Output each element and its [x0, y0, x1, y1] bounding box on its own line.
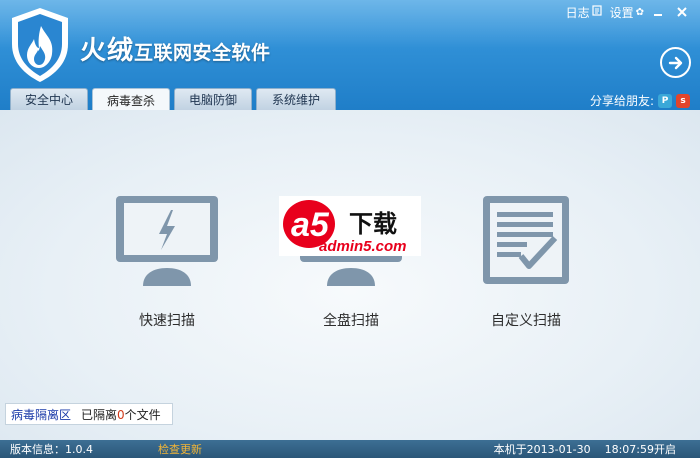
title-bar: 火绒互联网安全软件 日志 设置 ✿ 安全中心 病毒查杀 电脑防御 系统维护 分享… [0, 0, 700, 111]
boot-time-text: 本机于2013-01-30 18:07:59开启 [493, 443, 676, 456]
log-button[interactable]: 日志 [566, 4, 602, 21]
quarantine-bar: 病毒隔离区 已隔离0个文件 [5, 403, 173, 425]
quarantine-status: 已隔离0个文件 [81, 407, 161, 422]
full-scan-label: 全盘扫描 [323, 313, 379, 329]
share-weibo-icon[interactable]: P [658, 93, 672, 108]
quarantine-link[interactable]: 病毒隔离区 [11, 406, 71, 423]
minimize-button[interactable] [648, 3, 668, 21]
close-button[interactable] [672, 3, 692, 21]
app-subtitle: 互联网安全软件 [134, 42, 271, 64]
settings-label: 设置 [609, 5, 634, 20]
share-label: 分享给朋友: [589, 94, 654, 108]
arrow-right-icon [668, 56, 682, 69]
monitor-lightning-icon [116, 196, 218, 286]
tab-virus-scan[interactable]: 病毒查杀 [92, 88, 170, 111]
custom-scan-label: 自定义扫描 [491, 313, 561, 329]
check-update-link[interactable]: 检查更新 [158, 441, 202, 457]
quarantine-count: 0 [117, 407, 125, 422]
a5-watermark-logo: a5 下载 admin5.com [279, 196, 421, 256]
app-brand: 火绒 [80, 36, 135, 66]
top-toolbar: 日志 设置 ✿ [558, 2, 692, 22]
tab-security-center[interactable]: 安全中心 [10, 88, 88, 110]
quick-scan-label: 快速扫描 [139, 313, 195, 329]
svg-text:下载: 下载 [349, 210, 397, 238]
forward-arrow-button[interactable] [660, 47, 691, 78]
status-bar: 版本信息：1.0.4 检查更新 本机于2013-01-30 18:07:59开启 [0, 440, 700, 458]
share-renren-icon[interactable]: s [676, 93, 690, 108]
app-title: 火绒互联网安全软件 [80, 30, 271, 67]
log-label: 日志 [565, 5, 590, 20]
scan-panel: 快速扫描 全盘扫描 自定义扫描 a5 下载 admin5.com 病毒隔离区 已… [0, 110, 700, 440]
tab-system-maintenance[interactable]: 系统维护 [256, 88, 336, 110]
custom-scan-button[interactable]: 自定义扫描 [456, 194, 596, 330]
tab-pc-defense[interactable]: 电脑防御 [174, 88, 252, 110]
svg-text:admin5.com: admin5.com [319, 238, 407, 255]
document-check-icon [483, 196, 569, 284]
log-icon [591, 5, 602, 19]
gear-icon: ✿ [635, 6, 644, 18]
version-info: 版本信息：1.0.4 [10, 443, 93, 456]
shield-flame-logo-icon [12, 8, 68, 82]
settings-button[interactable]: 设置 ✿ [610, 4, 644, 21]
main-tabs: 安全中心 病毒查杀 电脑防御 系统维护 [10, 88, 340, 111]
quick-scan-button[interactable]: 快速扫描 [97, 194, 237, 330]
share-bar: 分享给朋友: P s [590, 92, 690, 109]
